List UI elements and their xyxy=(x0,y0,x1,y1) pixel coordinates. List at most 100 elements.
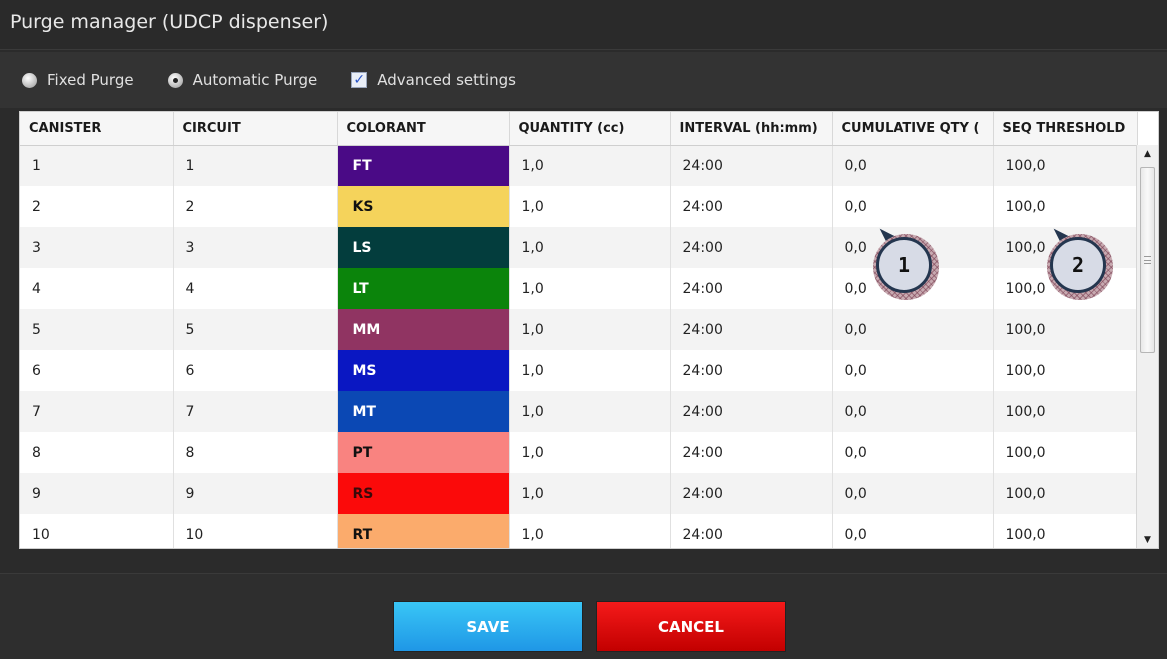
purge-table: CANISTER CIRCUIT COLORANT QUANTITY (cc) … xyxy=(19,111,1159,549)
fixed-purge-radio[interactable] xyxy=(22,72,37,88)
table-row[interactable]: 6 6 MS 1,0 24:00 0,0 100,0 xyxy=(20,350,1138,391)
grip-icon xyxy=(1144,256,1151,264)
column-header-quantity[interactable]: QUANTITY (cc) xyxy=(509,112,671,146)
cumulative-qty-cell: 0,0 xyxy=(832,350,994,391)
advanced-settings-checkbox[interactable]: ✓ xyxy=(351,72,368,88)
canister-cell: 7 xyxy=(20,391,174,432)
interval-cell: 24:00 xyxy=(670,514,833,548)
callout-2-label: 2 xyxy=(1050,237,1106,293)
cumulative-qty-cell: 0,0 xyxy=(832,145,994,186)
column-header-cumulative-qty[interactable]: CUMULATIVE QTY ( xyxy=(832,112,994,146)
canister-cell: 4 xyxy=(20,268,174,309)
automatic-purge-label: Automatic Purge xyxy=(192,71,318,89)
colorant-cell: LS xyxy=(337,227,510,268)
purge-options-bar: Fixed Purge Automatic Purge ✓ Advanced s… xyxy=(0,52,1167,108)
canister-cell: 1 xyxy=(20,145,174,186)
callout-1: 1 xyxy=(873,234,939,300)
seq-threshold-cell: 100,0 xyxy=(993,145,1138,186)
table-row[interactable]: 10 10 RT 1,0 24:00 0,0 100,0 xyxy=(20,514,1138,548)
table-row[interactable]: 3 3 LS 1,0 24:00 0,0 100,0 xyxy=(20,227,1138,268)
table-row[interactable]: 1 1 FT 1,0 24:00 0,0 100,0 xyxy=(20,145,1138,186)
cumulative-qty-cell: 0,0 xyxy=(832,309,994,350)
colorant-cell: PT xyxy=(337,432,510,473)
circuit-cell: 5 xyxy=(173,309,338,350)
interval-cell: 24:00 xyxy=(670,227,833,268)
quantity-cell: 1,0 xyxy=(509,227,671,268)
seq-threshold-cell: 100,0 xyxy=(993,350,1138,391)
colorant-cell: MT xyxy=(337,391,510,432)
colorant-cell: MM xyxy=(337,309,510,350)
table-row[interactable]: 8 8 PT 1,0 24:00 0,0 100,0 xyxy=(20,432,1138,473)
interval-cell: 24:00 xyxy=(670,350,833,391)
seq-threshold-cell: 100,0 xyxy=(993,473,1138,514)
scroll-down-icon[interactable]: ▼ xyxy=(1137,531,1158,548)
save-button[interactable]: SAVE xyxy=(393,601,583,652)
cumulative-qty-cell: 0,0 xyxy=(832,514,994,548)
circuit-cell: 4 xyxy=(173,268,338,309)
scroll-up-icon[interactable]: ▲ xyxy=(1137,145,1158,163)
column-header-canister[interactable]: CANISTER xyxy=(20,112,174,146)
canister-cell: 9 xyxy=(20,473,174,514)
fixed-purge-option[interactable]: Fixed Purge xyxy=(22,71,134,89)
table-row[interactable]: 5 5 MM 1,0 24:00 0,0 100,0 xyxy=(20,309,1138,350)
circuit-cell: 8 xyxy=(173,432,338,473)
circuit-cell: 9 xyxy=(173,473,338,514)
cumulative-qty-cell: 0,0 xyxy=(832,432,994,473)
table-row[interactable]: 4 4 LT 1,0 24:00 0,0 100,0 xyxy=(20,268,1138,309)
quantity-cell: 1,0 xyxy=(509,350,671,391)
quantity-cell: 1,0 xyxy=(509,432,671,473)
colorant-cell: FT xyxy=(337,145,510,186)
cumulative-qty-cell: 0,0 xyxy=(832,186,994,227)
automatic-purge-option[interactable]: Automatic Purge xyxy=(167,71,318,89)
cumulative-qty-cell: 0,0 xyxy=(832,473,994,514)
table-row[interactable]: 7 7 MT 1,0 24:00 0,0 100,0 xyxy=(20,391,1138,432)
circuit-cell: 6 xyxy=(173,350,338,391)
cumulative-qty-cell: 0,0 xyxy=(832,391,994,432)
quantity-cell: 1,0 xyxy=(509,186,671,227)
column-header-seq-threshold[interactable]: SEQ THRESHOLD xyxy=(993,112,1138,146)
colorant-cell: MS xyxy=(337,350,510,391)
circuit-cell: 7 xyxy=(173,391,338,432)
interval-cell: 24:00 xyxy=(670,309,833,350)
table-header-row: CANISTER CIRCUIT COLORANT QUANTITY (cc) … xyxy=(20,112,1138,146)
colorant-cell: RT xyxy=(337,514,510,548)
quantity-cell: 1,0 xyxy=(509,391,671,432)
footer-bar: SAVE CANCEL xyxy=(0,573,1167,659)
column-header-interval[interactable]: INTERVAL (hh:mm) xyxy=(670,112,833,146)
column-header-colorant[interactable]: COLORANT xyxy=(337,112,510,146)
cancel-button[interactable]: CANCEL xyxy=(596,601,786,652)
table-row[interactable]: 2 2 KS 1,0 24:00 0,0 100,0 xyxy=(20,186,1138,227)
canister-cell: 6 xyxy=(20,350,174,391)
seq-threshold-cell: 100,0 xyxy=(993,432,1138,473)
canister-cell: 3 xyxy=(20,227,174,268)
advanced-settings-label: Advanced settings xyxy=(377,71,516,89)
table-scrollbar[interactable]: ▲ ▼ xyxy=(1136,145,1158,548)
callout-1-label: 1 xyxy=(876,237,932,293)
colorant-cell: LT xyxy=(337,268,510,309)
fixed-purge-label: Fixed Purge xyxy=(47,71,134,89)
quantity-cell: 1,0 xyxy=(509,268,671,309)
automatic-purge-radio[interactable] xyxy=(167,72,183,88)
quantity-cell: 1,0 xyxy=(509,309,671,350)
canister-cell: 2 xyxy=(20,186,174,227)
interval-cell: 24:00 xyxy=(670,391,833,432)
canister-cell: 8 xyxy=(20,432,174,473)
circuit-cell: 3 xyxy=(173,227,338,268)
interval-cell: 24:00 xyxy=(670,473,833,514)
quantity-cell: 1,0 xyxy=(509,473,671,514)
colorant-cell: KS xyxy=(337,186,510,227)
seq-threshold-cell: 100,0 xyxy=(993,309,1138,350)
column-header-circuit[interactable]: CIRCUIT xyxy=(173,112,338,146)
interval-cell: 24:00 xyxy=(670,268,833,309)
window-title: Purge manager (UDCP dispenser) xyxy=(0,0,1167,50)
canister-cell: 10 xyxy=(20,514,174,548)
seq-threshold-cell: 100,0 xyxy=(993,391,1138,432)
scroll-thumb[interactable] xyxy=(1140,167,1155,353)
interval-cell: 24:00 xyxy=(670,145,833,186)
interval-cell: 24:00 xyxy=(670,186,833,227)
advanced-settings-option[interactable]: ✓ Advanced settings xyxy=(351,71,516,89)
circuit-cell: 2 xyxy=(173,186,338,227)
callout-2: 2 xyxy=(1047,234,1113,300)
table-row[interactable]: 9 9 RS 1,0 24:00 0,0 100,0 xyxy=(20,473,1138,514)
colorant-cell: RS xyxy=(337,473,510,514)
